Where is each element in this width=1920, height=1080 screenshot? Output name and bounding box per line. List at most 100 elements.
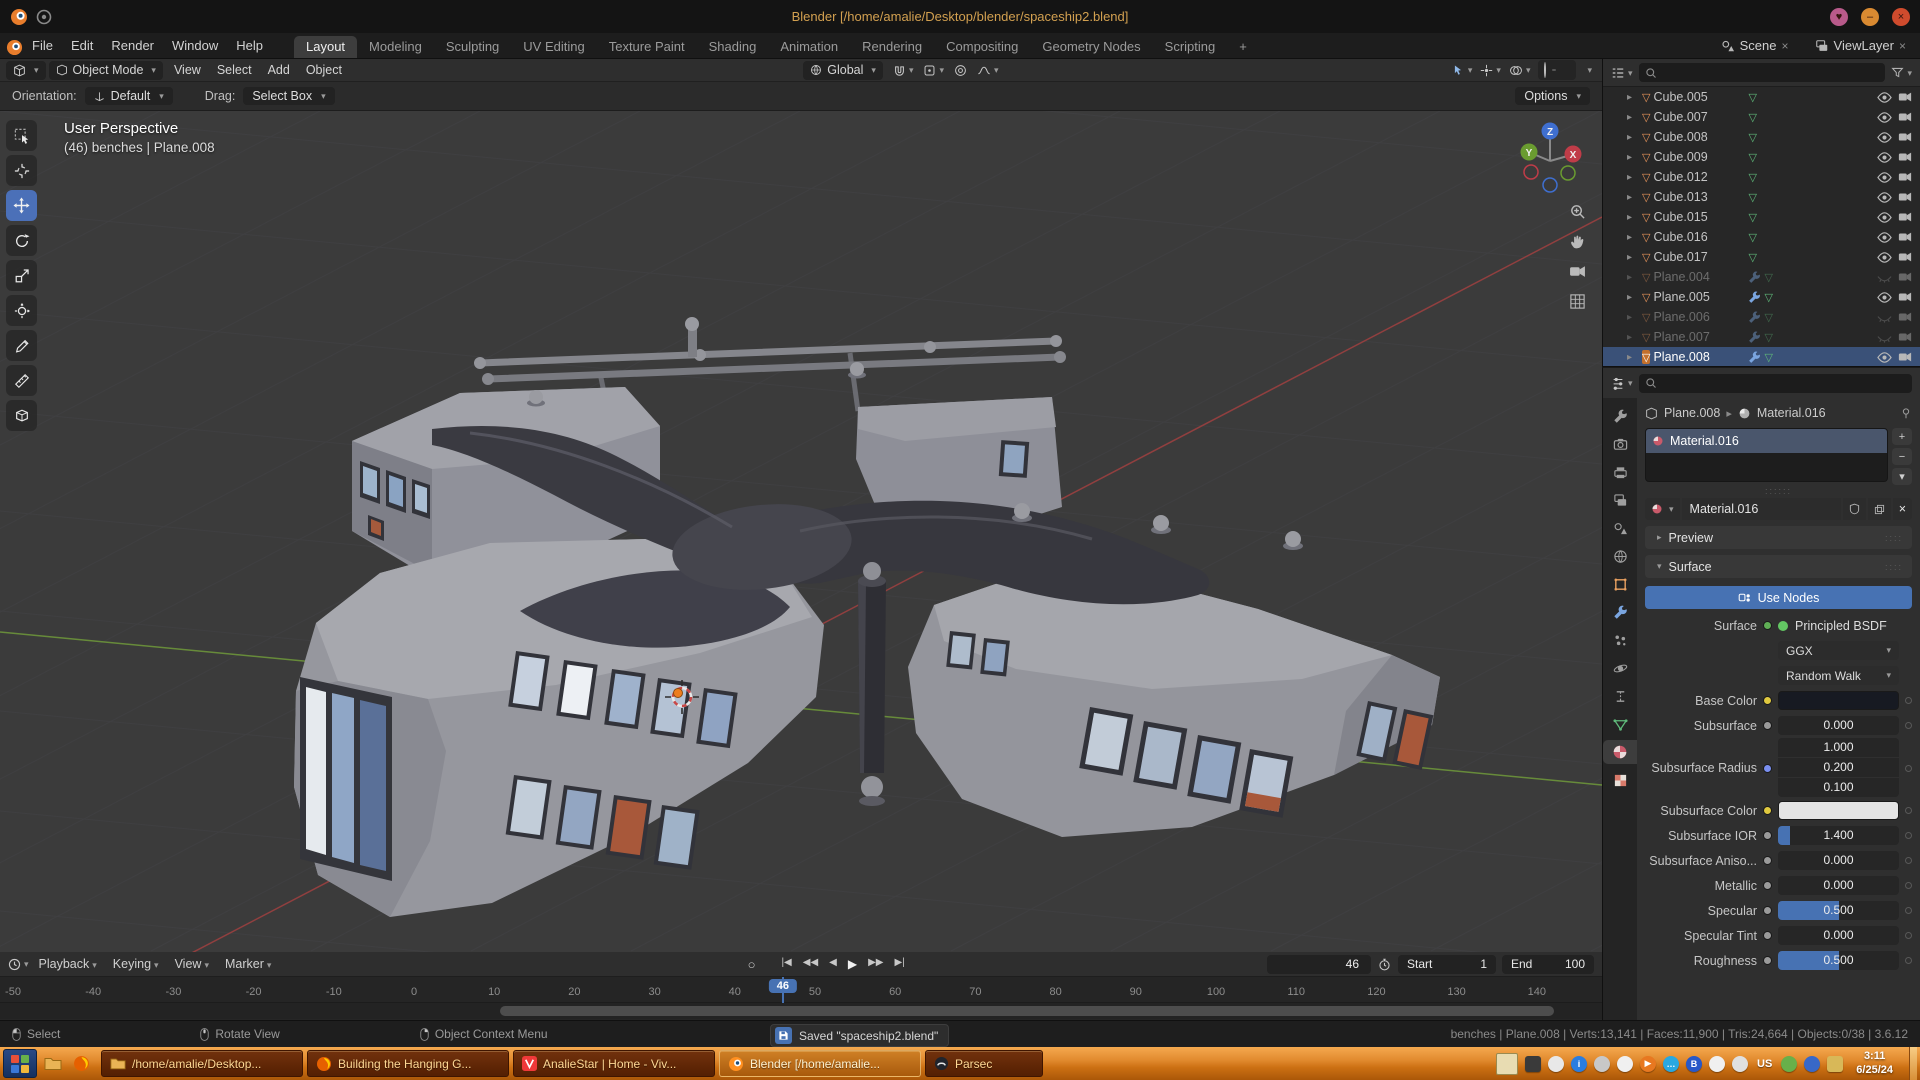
workspace-tab-compositing[interactable]: Compositing: [934, 36, 1030, 58]
animate-property-dot[interactable]: [1905, 932, 1912, 939]
properties-tab-particles[interactable]: [1605, 628, 1635, 652]
property-widget[interactable]: 0.500: [1778, 901, 1899, 920]
viewport-menu-select[interactable]: Select: [209, 63, 260, 77]
list-resize-grip[interactable]: ::::::: [1645, 485, 1912, 497]
drag-mode-dropdown[interactable]: Select Box ▾: [243, 87, 334, 105]
slot-specials-button[interactable]: ▾: [1892, 468, 1912, 485]
material-slot-item[interactable]: Material.016: [1646, 429, 1887, 453]
select-box-tool-button[interactable]: [6, 120, 37, 151]
taskbar-window-firefox[interactable]: Building the Hanging G...: [307, 1050, 509, 1077]
add-slot-button[interactable]: +: [1892, 428, 1912, 445]
workspace-tab-rendering[interactable]: Rendering: [850, 36, 934, 58]
animate-property-dot[interactable]: [1905, 722, 1912, 729]
show-desktop-button[interactable]: [1909, 1047, 1917, 1080]
bluetooth-tray-icon[interactable]: B: [1686, 1056, 1702, 1072]
notes-widget[interactable]: [1496, 1053, 1518, 1075]
workspace-tab-animation[interactable]: Animation: [768, 36, 850, 58]
render-visibility-camera-icon[interactable]: [1898, 270, 1912, 284]
browse-material-button[interactable]: ▾: [1645, 498, 1680, 520]
selectability-filter-icon[interactable]: ▾: [1452, 64, 1473, 77]
network-tray-icon[interactable]: [1732, 1056, 1748, 1072]
eye-open-icon[interactable]: [1877, 250, 1892, 265]
eye-open-icon[interactable]: [1877, 230, 1892, 245]
breadcrumb-object[interactable]: Plane.008: [1664, 406, 1720, 420]
eye-closed-icon[interactable]: [1877, 310, 1892, 325]
expand-icon[interactable]: ▸: [1627, 172, 1639, 183]
gizmos-toggle-icon[interactable]: ▾: [1480, 64, 1501, 77]
media-play-tray-icon[interactable]: ▶: [1640, 1056, 1656, 1072]
chat-tray-icon[interactable]: …: [1663, 1056, 1679, 1072]
menu-file[interactable]: File: [23, 33, 62, 58]
timeline-scroll-thumb[interactable]: [500, 1006, 1554, 1016]
workspace-tab-modeling[interactable]: Modeling: [357, 36, 434, 58]
outliner-editor-icon[interactable]: ▾: [1611, 66, 1633, 80]
fake-user-shield-icon[interactable]: [1843, 498, 1866, 520]
photos-tray-icon[interactable]: [1548, 1056, 1564, 1072]
expand-icon[interactable]: ▸: [1627, 192, 1639, 203]
color-swatch[interactable]: [1778, 691, 1899, 710]
firefox-launcher[interactable]: [69, 1052, 93, 1076]
overlays-toggle-icon[interactable]: ▾: [1509, 64, 1531, 77]
viewport-menu-add[interactable]: Add: [260, 63, 298, 77]
view-layer-unlink-icon[interactable]: ×: [1899, 39, 1906, 53]
security-tray-icon[interactable]: [1804, 1056, 1820, 1072]
use-nodes-button[interactable]: Use Nodes: [1645, 586, 1912, 609]
move-tool-button[interactable]: [6, 190, 37, 221]
next-keyframe-button[interactable]: ▶▶: [863, 957, 888, 971]
scene-unlink-icon[interactable]: ×: [1782, 39, 1789, 53]
animate-property-dot[interactable]: [1905, 765, 1912, 772]
info-tray-icon[interactable]: i: [1571, 1056, 1587, 1072]
keyboard-tray-icon[interactable]: [1525, 1056, 1541, 1072]
properties-tab-world[interactable]: [1605, 544, 1635, 568]
shading-rendered-button[interactable]: [1568, 69, 1572, 71]
outliner-row[interactable]: ▸▽Cube.009▽: [1603, 147, 1920, 167]
timeline-editor-icon[interactable]: ▾: [8, 958, 29, 971]
timeline-menu-playback[interactable]: Playback▾: [31, 957, 105, 971]
shading-wireframe-button[interactable]: [1542, 62, 1548, 78]
properties-tab-material[interactable]: [1603, 740, 1637, 764]
property-widget[interactable]: 0.000: [1778, 716, 1899, 735]
vector-field[interactable]: 0.100: [1778, 778, 1899, 797]
expand-icon[interactable]: ▸: [1627, 332, 1639, 343]
properties-tab-object-data[interactable]: [1605, 712, 1635, 736]
render-visibility-camera-icon[interactable]: [1898, 290, 1912, 304]
expand-icon[interactable]: ▸: [1627, 292, 1639, 303]
workspace-tab-uv-editing[interactable]: UV Editing: [511, 36, 596, 58]
properties-tab-texture[interactable]: [1605, 768, 1635, 792]
editor-type-button[interactable]: ▾: [6, 61, 46, 80]
add-cube-tool-button[interactable]: [6, 400, 37, 431]
render-visibility-camera-icon[interactable]: [1898, 330, 1912, 344]
prev-keyframe-button[interactable]: ◀◀: [798, 957, 823, 971]
battery-tray-icon[interactable]: [1781, 1056, 1797, 1072]
outliner-row[interactable]: ▸▽Cube.007▽: [1603, 107, 1920, 127]
properties-tab-view-layer[interactable]: [1605, 488, 1635, 512]
pan-hand-icon[interactable]: [1569, 233, 1586, 250]
render-visibility-camera-icon[interactable]: [1898, 250, 1912, 264]
camera-view-icon[interactable]: [1569, 263, 1586, 280]
expand-icon[interactable]: ▸: [1627, 152, 1639, 163]
jump-to-end-button[interactable]: ▶|: [889, 957, 909, 971]
render-visibility-camera-icon[interactable]: [1898, 150, 1912, 164]
proportional-editing-icon[interactable]: [954, 64, 967, 77]
render-visibility-camera-icon[interactable]: [1898, 170, 1912, 184]
outliner-row[interactable]: ▸▽Cube.015▽: [1603, 207, 1920, 227]
expand-icon[interactable]: ▸: [1627, 112, 1639, 123]
zoom-icon[interactable]: [1569, 203, 1586, 220]
frame-start-field[interactable]: Start 1: [1398, 955, 1496, 974]
vector-field[interactable]: 1.000: [1778, 738, 1899, 757]
scissors-tray-icon[interactable]: [1617, 1056, 1633, 1072]
outliner-row[interactable]: ▸▽Cube.016▽: [1603, 227, 1920, 247]
outliner-row[interactable]: ▸▽Plane.005▽: [1603, 287, 1920, 307]
eye-closed-icon[interactable]: [1877, 330, 1892, 345]
menu-edit[interactable]: Edit: [62, 33, 102, 58]
property-widget[interactable]: 1.400: [1778, 826, 1899, 845]
property-widget[interactable]: 1.0000.2000.100: [1778, 738, 1899, 798]
property-widget[interactable]: 0.000: [1778, 926, 1899, 945]
outliner-row[interactable]: ▸▽Plane.004▽: [1603, 267, 1920, 287]
blender-menu-logo-icon[interactable]: [6, 37, 23, 58]
measure-tool-button[interactable]: [6, 365, 37, 396]
property-widget[interactable]: Principled BSDF: [1778, 619, 1899, 633]
taskbar-window-folder[interactable]: /home/amalie/Desktop...: [101, 1050, 303, 1077]
outliner-row[interactable]: ▸▽Cube.012▽: [1603, 167, 1920, 187]
animate-property-dot[interactable]: [1905, 882, 1912, 889]
